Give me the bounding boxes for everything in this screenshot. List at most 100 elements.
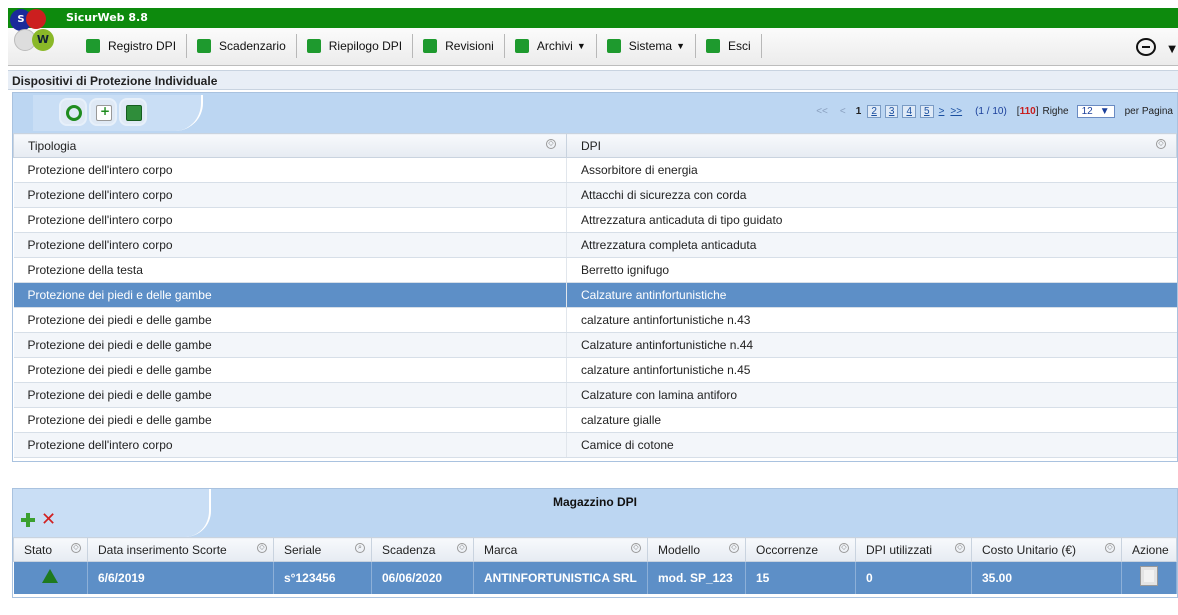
delete-icon[interactable]: ✕ xyxy=(41,509,56,530)
search-button[interactable] xyxy=(59,98,87,126)
cell-dpi: Attacchi di sicurezza con corda xyxy=(566,182,1177,208)
menu-item-registro-dpi[interactable]: Registro DPI xyxy=(76,34,188,58)
menu-item-riepilogo-dpi[interactable]: Riepilogo DPI xyxy=(297,34,414,58)
title-bar: SicurWeb 8.8 xyxy=(8,8,1178,28)
sort-icon[interactable]: ◇ xyxy=(257,543,267,553)
search-icon xyxy=(66,105,82,121)
cell-dpi: Calzature con lamina antiforo xyxy=(566,382,1177,408)
menu-item-archivi[interactable]: Archivi ▼ xyxy=(505,34,597,58)
column-label: DPI xyxy=(581,138,602,153)
cell-modello: mod. SP_123 xyxy=(647,561,746,594)
column-label: Azione xyxy=(1132,542,1169,557)
cell-tipologia: Protezione dei piedi e delle gambe xyxy=(13,307,567,333)
select-arrow-icon: ▼ xyxy=(1099,106,1110,117)
caret-down-icon: ▼ xyxy=(576,41,586,51)
section-title: Dispositivi di Protezione Individuale xyxy=(8,70,1178,90)
table-row[interactable]: Protezione della testa Berretto ignifugo xyxy=(13,257,1177,283)
pager-page[interactable]: 4 xyxy=(902,105,916,118)
table-row[interactable]: Protezione dell'intero corpo Assorbitore … xyxy=(13,157,1177,183)
column-label: Scadenza xyxy=(382,542,436,557)
column-label: Occorrenze xyxy=(756,542,819,557)
column-header-dpi-utilizzati[interactable]: DPI utilizzati ◇ xyxy=(855,537,972,562)
menu-item-scadenzario[interactable]: Scadenzario xyxy=(187,34,297,58)
pager-page[interactable]: 2 xyxy=(867,105,881,118)
per-page-label: per Pagina xyxy=(1124,106,1173,117)
cell-tipologia: Protezione dell'intero corpo xyxy=(13,232,567,258)
sort-icon[interactable]: ◇ xyxy=(457,543,467,553)
chat-icon[interactable] xyxy=(1136,38,1156,56)
column-header-marca[interactable]: Marca ◇ xyxy=(473,537,648,562)
menu-item-revisioni[interactable]: Revisioni xyxy=(413,34,505,58)
column-header-modello[interactable]: Modello ◇ xyxy=(647,537,746,562)
table-row[interactable]: Protezione dei piedi e delle gambe Calzat… xyxy=(13,332,1177,358)
table-row[interactable]: Protezione dei piedi e delle gambe Calzat… xyxy=(13,382,1177,408)
rows-per-page-value: 12 xyxy=(1081,106,1093,117)
cell-seriale: s°123456 xyxy=(273,561,372,594)
column-label: Tipologia xyxy=(28,138,77,153)
pager-page[interactable]: 3 xyxy=(884,105,899,118)
column-header-seriale[interactable]: Seriale ⌕ xyxy=(273,537,372,562)
column-header-data-inserimento-scorte[interactable]: Data inserimento Scorte ◇ xyxy=(87,537,274,562)
table-row[interactable]: Protezione dei piedi e delle gambe calzat… xyxy=(13,407,1177,433)
pager-prev[interactable]: < xyxy=(840,106,846,117)
sort-icon[interactable]: ◇ xyxy=(839,543,849,553)
pager: << < 1 2 3 4 5 > >> (1 / 10) [110] Righe… xyxy=(810,105,1173,118)
table-header-row: Tipologia ◇ DPI ◇ xyxy=(13,133,1177,158)
sort-icon[interactable]: ◇ xyxy=(71,543,81,553)
magazzino-panel: Magazzino DPI ✕ Stato ◇ Data inserimento S… xyxy=(12,488,1178,598)
table-row[interactable]: Protezione dell'intero corpo Camice di co… xyxy=(13,432,1177,458)
table-row[interactable]: Protezione dell'intero corpo Attacchi di … xyxy=(13,182,1177,208)
column-header-dpi[interactable]: DPI ◇ xyxy=(566,133,1177,158)
magazzino-title: Magazzino DPI xyxy=(552,495,637,509)
column-header-costo-unitario[interactable]: Costo Unitario (€) ◇ xyxy=(971,537,1122,562)
add-document-icon xyxy=(96,104,112,121)
pager-page[interactable]: 5 xyxy=(920,105,934,118)
menu-item-label: Scadenzario xyxy=(219,39,286,53)
table-row[interactable]: Protezione dell'intero corpo Attrezzatura… xyxy=(13,232,1177,258)
table-row[interactable]: Protezione dei piedi e delle gambe Calzat… xyxy=(13,282,1177,308)
sort-icon[interactable]: ◇ xyxy=(729,543,739,553)
plus-icon[interactable] xyxy=(21,513,35,527)
chevron-down-icon[interactable]: ▼ xyxy=(1168,44,1176,55)
table-body: Protezione dell'intero corpo Assorbitore … xyxy=(13,157,1177,458)
pager-next[interactable]: > xyxy=(939,106,945,117)
menu-item-sistema[interactable]: Sistema ▼ xyxy=(597,34,697,58)
calendar-icon xyxy=(197,39,212,53)
sort-icon[interactable]: ◇ xyxy=(1156,139,1166,149)
cell-dpi: Assorbitore di energia xyxy=(566,157,1177,183)
document-icon[interactable] xyxy=(1140,566,1158,587)
cell-tipologia: Protezione dei piedi e delle gambe xyxy=(13,282,567,308)
column-header-tipologia[interactable]: Tipologia ◇ xyxy=(13,133,567,158)
table-row[interactable]: Protezione dei piedi e delle gambe calzat… xyxy=(13,307,1177,333)
total-count: 110 xyxy=(1019,106,1036,117)
column-label: Costo Unitario (€) xyxy=(982,542,1077,557)
cell-marca: ANTINFORTUNISTICA SRL xyxy=(473,561,648,594)
export-excel-button[interactable] xyxy=(119,98,147,126)
column-header-occorrenze[interactable]: Occorrenze ◇ xyxy=(745,537,856,562)
magazzino-row[interactable]: 6/6/2019 s°123456 06/06/2020 ANTINFORTUN… xyxy=(13,561,1177,594)
cell-dpi: Attrezzatura completa anticaduta xyxy=(566,232,1177,258)
column-header-azione[interactable]: Azione xyxy=(1121,537,1177,562)
menu-item-label: Esci xyxy=(728,39,751,53)
cell-tipologia: Protezione dell'intero corpo xyxy=(13,432,567,458)
logo-red-circle xyxy=(26,9,46,29)
sort-icon[interactable]: ◇ xyxy=(546,139,556,149)
table-row[interactable]: Protezione dell'intero corpo Attrezzatura… xyxy=(13,207,1177,233)
cell-utilizzati: 0 xyxy=(855,561,972,594)
pager-first[interactable]: << xyxy=(816,106,828,117)
add-button[interactable] xyxy=(89,98,117,126)
cell-tipologia: Protezione dei piedi e delle gambe xyxy=(13,407,567,433)
pager-last[interactable]: >> xyxy=(950,106,962,117)
column-header-scadenza[interactable]: Scadenza ◇ xyxy=(371,537,474,562)
table-row[interactable]: Protezione dei piedi e delle gambe calzat… xyxy=(13,357,1177,383)
search-icon[interactable]: ⌕ xyxy=(355,543,365,553)
rows-per-page-select[interactable]: 12 ▼ xyxy=(1076,105,1115,118)
sort-icon[interactable]: ◇ xyxy=(955,543,965,553)
menu-item-esci[interactable]: Esci xyxy=(696,34,762,58)
sort-icon[interactable]: ◇ xyxy=(1105,543,1115,553)
menu-item-label: Revisioni xyxy=(445,39,494,53)
sort-icon[interactable]: ◇ xyxy=(631,543,641,553)
column-header-stato[interactable]: Stato ◇ xyxy=(13,537,88,562)
logo-w-letter: W xyxy=(32,29,54,51)
column-label: Modello xyxy=(658,542,701,557)
